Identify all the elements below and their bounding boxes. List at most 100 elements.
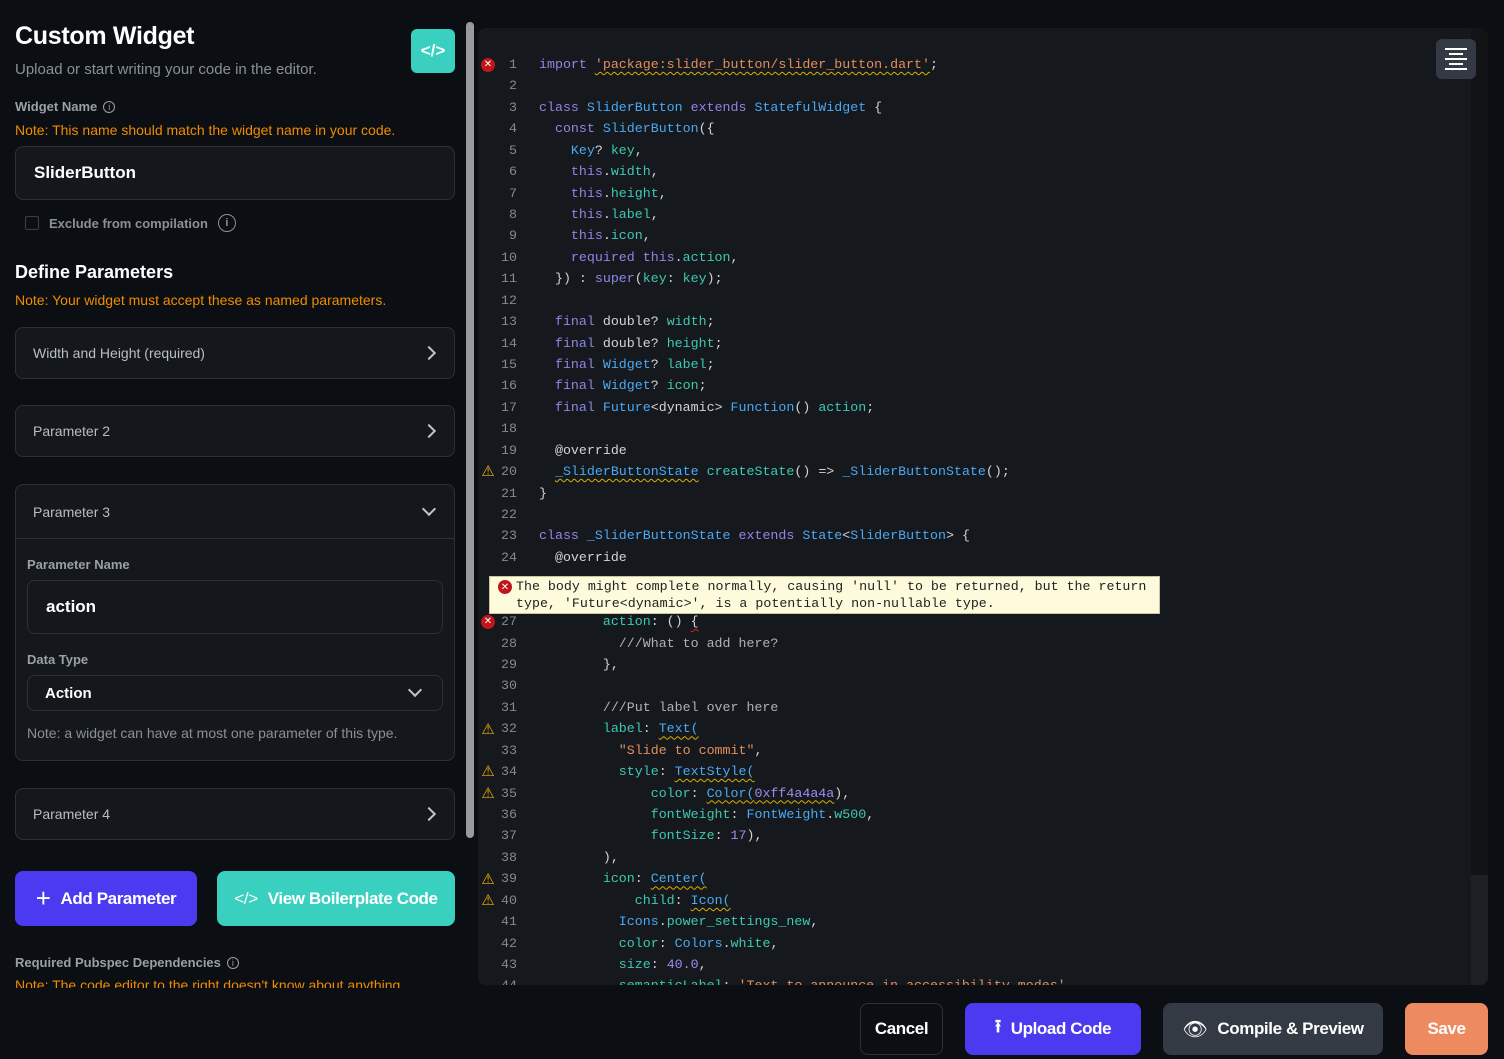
code-text: class SliderButton extends StatefulWidge…	[539, 99, 883, 115]
code-line: 37 fontSize: 17),	[478, 825, 1468, 846]
code-text: ),	[539, 849, 619, 865]
code-text: class _SliderButtonState extends State<S…	[539, 528, 970, 544]
chevron-right-icon	[421, 806, 437, 822]
pubspec-note: Note: The code editor to the right doesn…	[15, 977, 401, 988]
code-text: fontSize: 17),	[539, 828, 763, 844]
cancel-button[interactable]: Cancel	[860, 1003, 943, 1055]
widget-name-input[interactable]: SliderButton	[15, 146, 455, 200]
upload-icon: ⭱	[994, 1016, 1001, 1036]
warning-icon[interactable]: ⚠	[481, 784, 495, 802]
line-number: 36	[501, 807, 517, 823]
code-line: ✕ 27 action: () {	[478, 611, 1468, 632]
data-type-note: Note: a widget can have at most one para…	[27, 725, 398, 741]
parameter-card-2[interactable]: Parameter 2	[15, 405, 455, 457]
code-text: import 'package:slider_button/slider_but…	[539, 57, 938, 72]
line-number: 16	[501, 378, 517, 394]
line-number: 19	[501, 442, 517, 458]
code-line: 6 this.width,	[478, 161, 1468, 182]
info-icon[interactable]: i	[103, 100, 116, 113]
widget-name-label-text: Widget Name	[15, 99, 98, 114]
code-text: semanticLabel: 'Text to announce in acce…	[539, 975, 1074, 985]
parameter-name-input[interactable]: action	[27, 580, 443, 634]
widget-name-label: Widget Name i	[15, 99, 116, 114]
info-icon[interactable]: i	[217, 214, 236, 232]
parameter-card-1[interactable]: Width and Height (required)	[15, 327, 455, 379]
pubspec-label: Required Pubspec Dependencies i	[15, 955, 239, 970]
line-number: 10	[501, 249, 517, 265]
line-number: 34	[501, 764, 517, 780]
parameter-label: Width and Height (required)	[33, 345, 205, 361]
add-parameter-button[interactable]: + Add Parameter	[15, 871, 197, 926]
info-icon[interactable]: i	[226, 956, 239, 969]
code-text: fontWeight: FontWeight.w500,	[539, 807, 875, 823]
code-text: Key? key,	[539, 142, 643, 158]
code-line: ⚠ 34 style: TextStyle(	[478, 761, 1468, 782]
line-number: 6	[509, 164, 517, 180]
code-text: ///What to add here?	[539, 635, 779, 651]
line-number: 3	[509, 99, 517, 115]
code-line: ⚠ 32 label: Text(	[478, 718, 1468, 739]
error-icon[interactable]: ✕	[481, 615, 495, 630]
parameter-card-4[interactable]: Parameter 4	[15, 788, 455, 840]
code-text: final Widget? label;	[539, 357, 715, 373]
code-line: 44 semanticLabel: 'Text to announce in a…	[478, 975, 1468, 985]
line-number: 12	[501, 292, 517, 308]
warning-icon[interactable]: ⚠	[481, 720, 495, 738]
line-number: 27	[501, 614, 517, 630]
warning-icon[interactable]: ⚠	[481, 891, 495, 909]
code-line: 8 this.label,	[478, 204, 1468, 225]
editor-scrollbar-thumb[interactable]	[1471, 875, 1488, 985]
error-icon[interactable]: ✕	[481, 58, 495, 72]
error-tooltip-text: The body might complete normally, causin…	[516, 579, 1147, 611]
save-button[interactable]: Save	[1405, 1003, 1488, 1055]
code-line: 9 this.icon,	[478, 225, 1468, 246]
code-text: @override	[539, 549, 627, 565]
code-line: 21}	[478, 483, 1468, 504]
code-line: 12	[478, 290, 1468, 311]
chevron-down-icon	[421, 501, 437, 516]
code-line: 29 },	[478, 654, 1468, 675]
parameter-label: Parameter 4	[33, 806, 111, 822]
warning-icon[interactable]: ⚠	[481, 870, 495, 888]
plus-icon: +	[35, 883, 51, 913]
code-line: 36 fontWeight: FontWeight.w500,	[478, 804, 1468, 825]
compile-preview-button[interactable]: 👁 Compile & Preview	[1163, 1003, 1383, 1055]
view-boilerplate-button[interactable]: </> View Boilerplate Code	[217, 871, 455, 926]
code-line: 43 size: 40.0,	[478, 954, 1468, 975]
parameter-card-3-header[interactable]: Parameter 3	[16, 485, 454, 539]
chevron-down-icon	[407, 682, 423, 698]
line-number: 5	[509, 142, 517, 158]
code-line: 14 final double? height;	[478, 333, 1468, 354]
upload-code-button[interactable]: ⭱ Upload Code	[965, 1003, 1141, 1055]
code-text: @override	[539, 442, 627, 458]
left-panel-scrollbar[interactable]	[466, 22, 474, 838]
warning-icon[interactable]: ⚠	[481, 462, 495, 480]
exclude-checkbox[interactable]	[25, 216, 39, 230]
code-view-button[interactable]: </>	[411, 29, 455, 73]
exclude-label: Exclude from compilation	[49, 215, 208, 231]
line-number: 42	[501, 935, 517, 951]
cancel-label: Cancel	[874, 1019, 929, 1038]
exclude-compilation-row: Exclude from compilation i	[25, 214, 236, 232]
data-type-select[interactable]: Action	[27, 675, 443, 711]
parameter-name-label: Parameter Name	[27, 557, 130, 572]
line-number: 37	[501, 828, 517, 844]
code-text: child: Icon(	[539, 892, 731, 908]
error-icon: ✕	[498, 580, 512, 594]
code-text: },	[539, 657, 619, 673]
format-code-button[interactable]	[1436, 39, 1476, 79]
editor-scrollbar-track[interactable]	[1471, 28, 1488, 985]
line-number: 1	[509, 57, 517, 72]
code-text: size: 40.0,	[539, 957, 707, 973]
save-label: Save	[1427, 1019, 1466, 1038]
code-editor[interactable]: ✕ 1 import 'package:slider_button/slider_b…	[478, 28, 1488, 985]
line-number: 11	[501, 271, 517, 287]
code-text: this.height,	[539, 185, 667, 201]
code-line: 30	[478, 675, 1468, 696]
code-line: 23 class _SliderButtonState extends State…	[478, 525, 1468, 546]
code-line: ⚠ 40 child: Icon(	[478, 890, 1468, 911]
code-line: ⚠ 39 icon: Center(	[478, 868, 1468, 889]
line-number: 4	[509, 121, 517, 137]
code-text: color: Color(0xff4a4a4a),	[539, 785, 851, 801]
warning-icon[interactable]: ⚠	[481, 762, 495, 780]
